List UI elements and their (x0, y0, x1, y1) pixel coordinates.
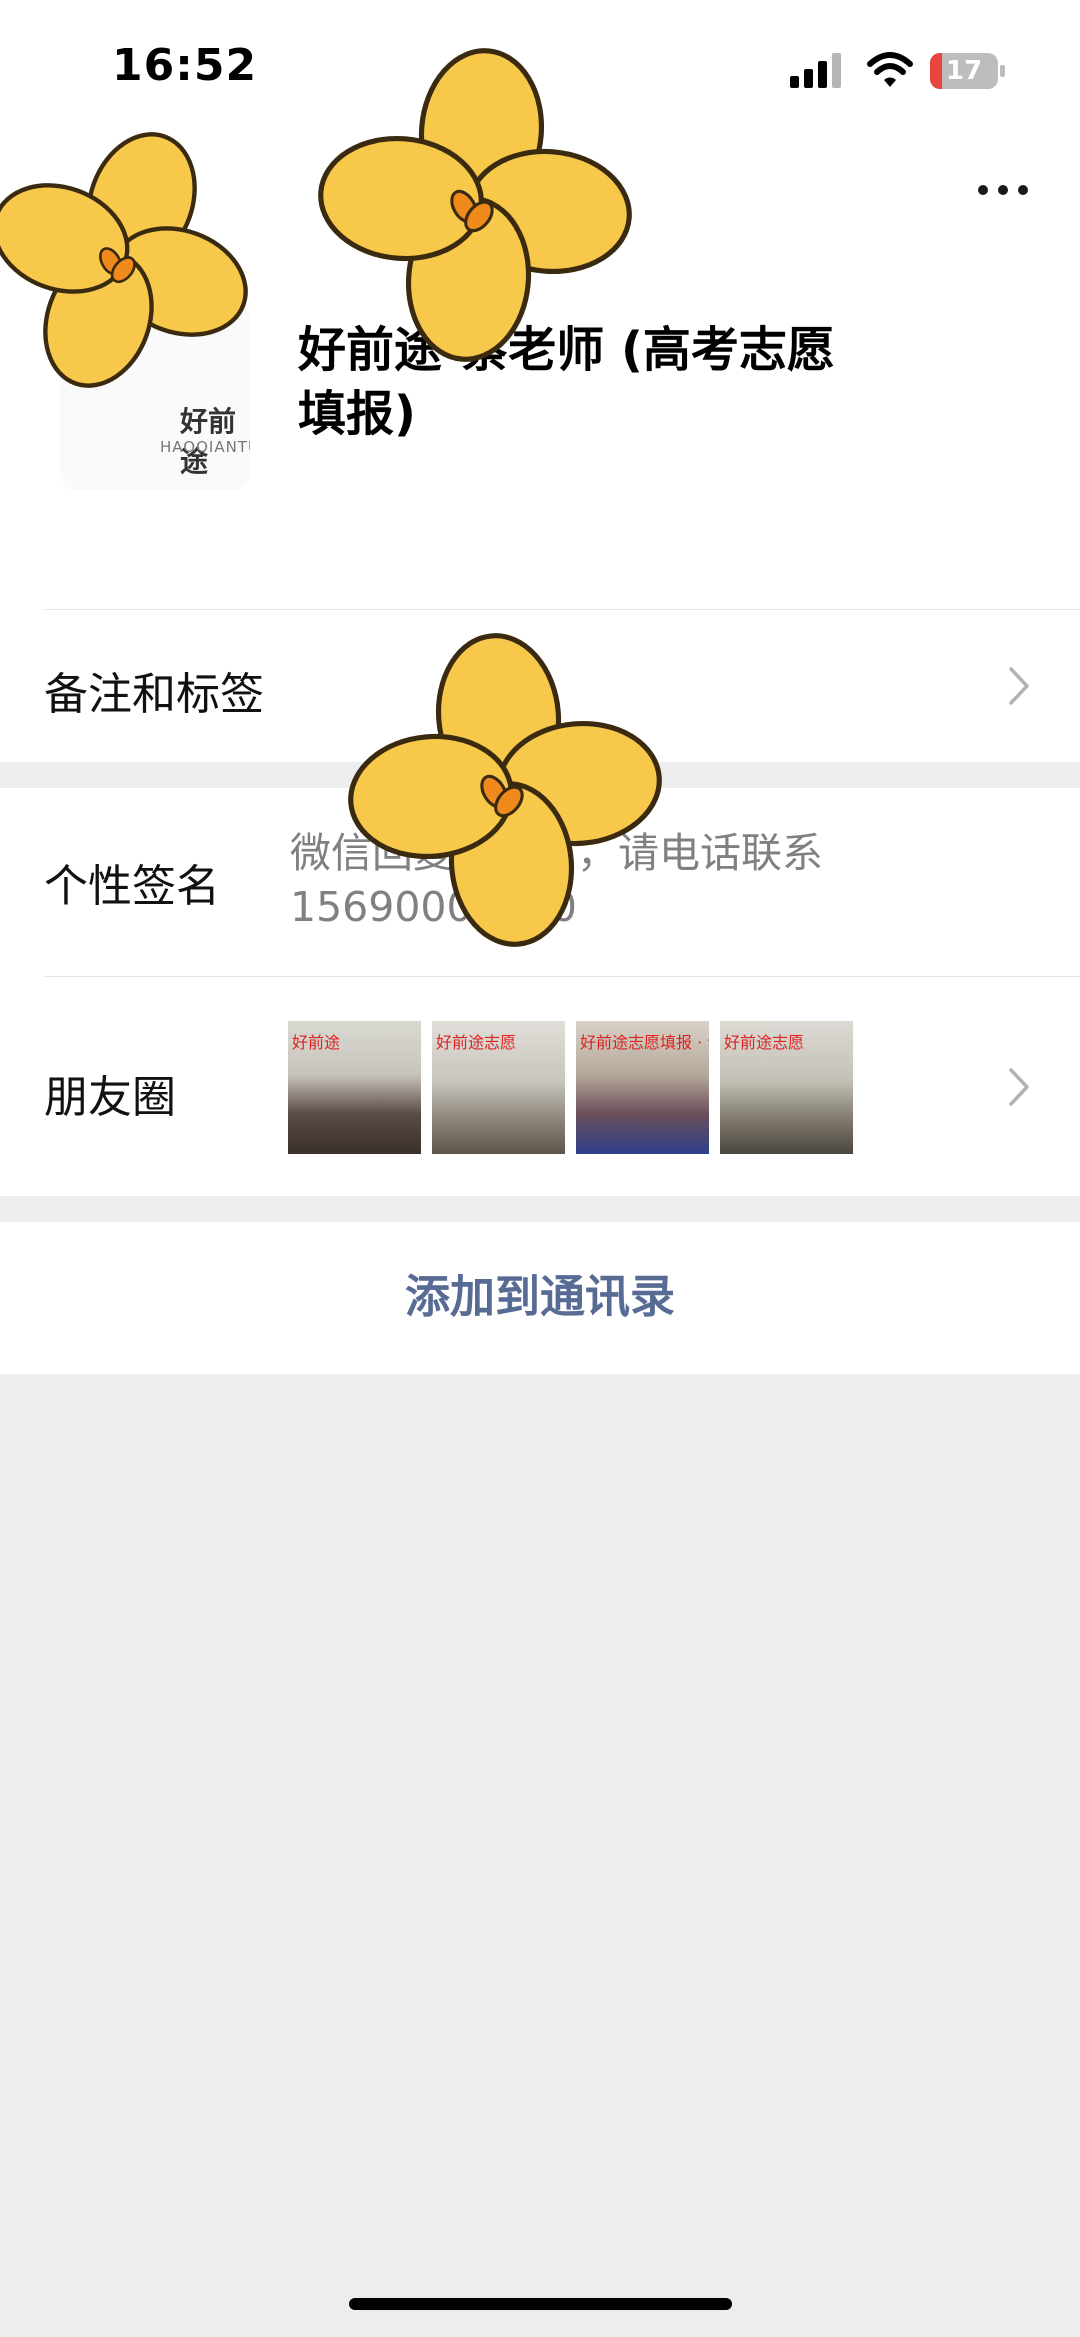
status-time: 16:52 (112, 40, 258, 91)
avatar-logo-subtext: HAOQIANTU (160, 438, 250, 456)
flower-sticker-icon (348, 633, 662, 947)
signal-icon (790, 53, 841, 88)
more-icon (978, 185, 988, 195)
add-to-contacts-button[interactable]: 添加到通讯录 (0, 1260, 1080, 1325)
chevron-right-icon (1009, 1068, 1029, 1106)
moments-photo-caption: 好前途志愿 (436, 1033, 517, 1052)
moments-photo[interactable]: 好前途志愿 (432, 1021, 565, 1154)
chevron-right-icon (1009, 667, 1029, 705)
home-indicator[interactable] (349, 2298, 732, 2310)
flower-sticker-icon (318, 48, 632, 362)
moments-label: 朋友圈 (44, 1072, 176, 1123)
moments-photo[interactable]: 好前途 (288, 1021, 421, 1154)
moments-photo-caption: 好前途志愿填报 · 讲座 (580, 1033, 709, 1052)
moments-photo[interactable]: 好前途志愿 (720, 1021, 853, 1154)
wifi-icon (867, 52, 913, 87)
moments-photo-caption: 好前途志愿 (724, 1033, 805, 1052)
remarks-label: 备注和标签 (44, 669, 264, 720)
battery-percentage: 17 (945, 56, 983, 86)
battery-icon: 17 (930, 53, 1006, 89)
more-button[interactable] (970, 170, 1036, 210)
signature-label: 个性签名 (44, 861, 220, 912)
moments-photo-caption: 好前途 (292, 1033, 341, 1052)
flower-sticker-icon (0, 132, 248, 388)
moments-photo[interactable]: 好前途志愿填报 · 讲座 (576, 1021, 709, 1154)
